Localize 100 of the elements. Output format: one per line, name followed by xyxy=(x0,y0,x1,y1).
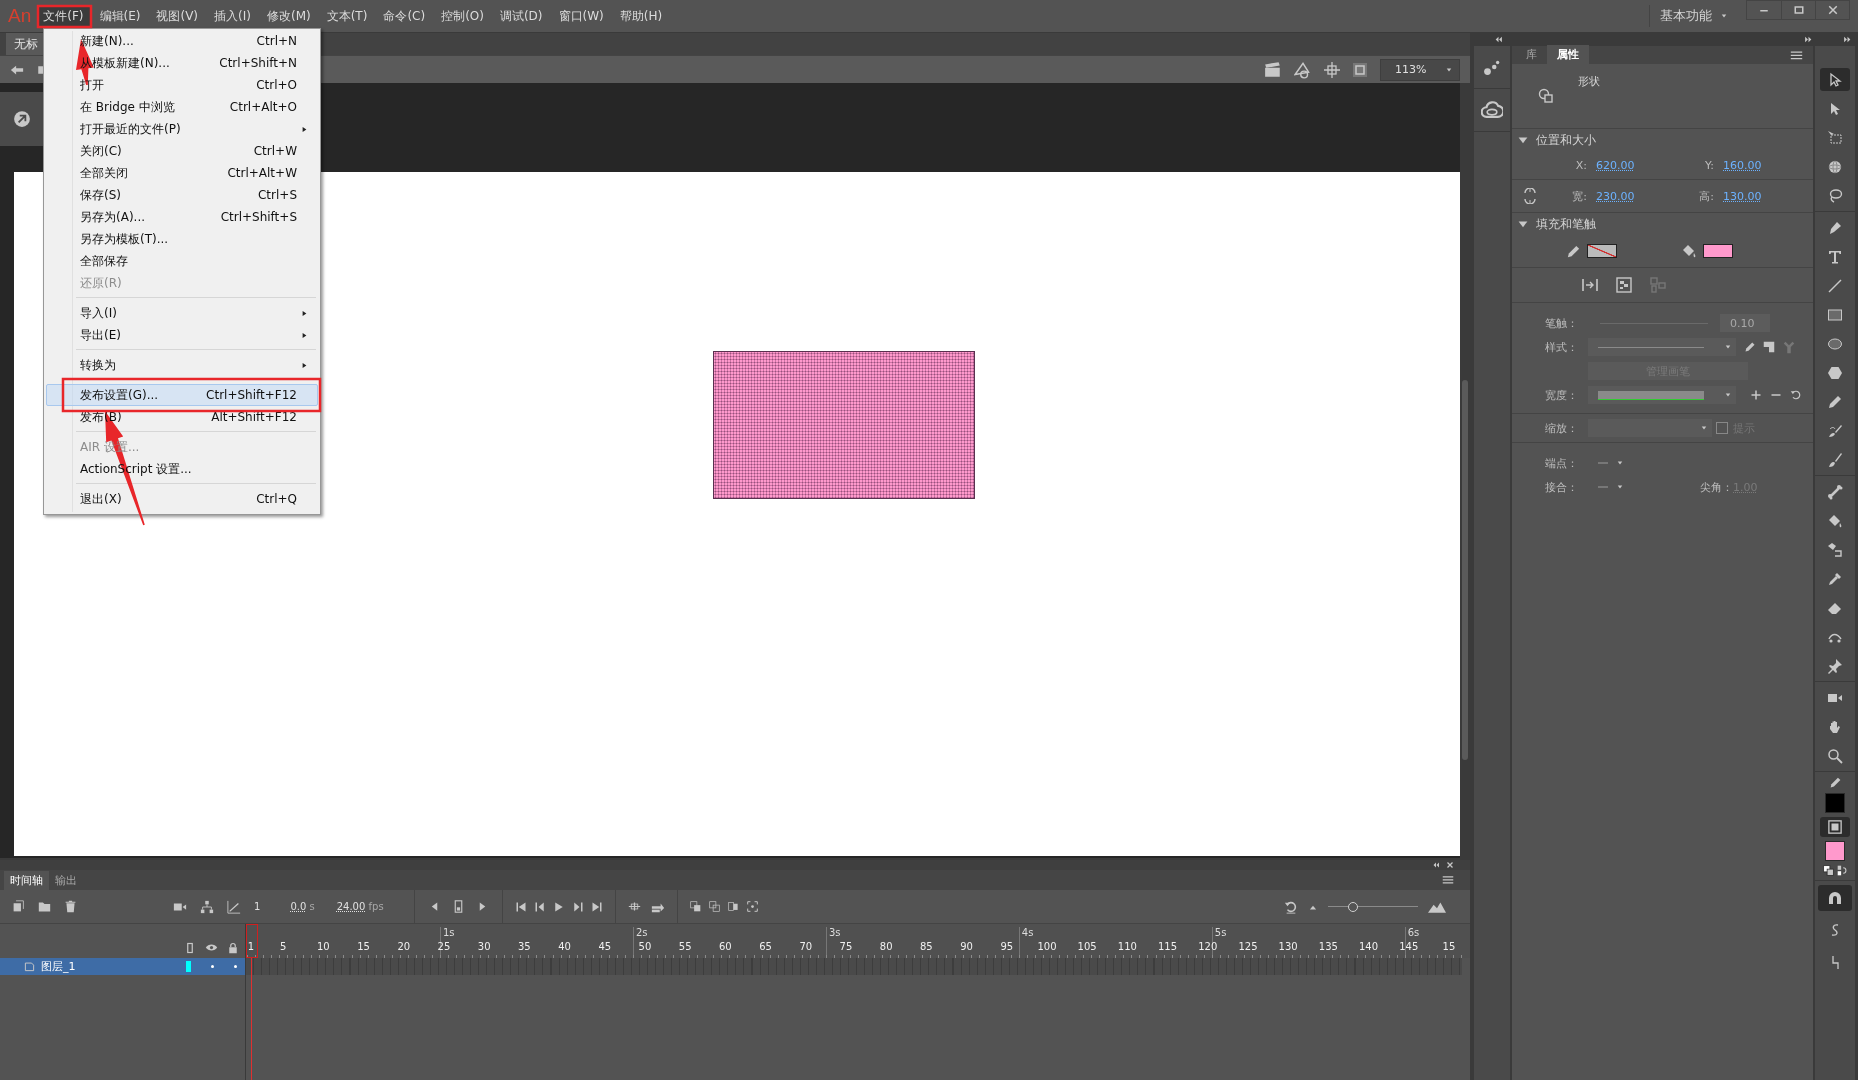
layer-row[interactable]: 图层_1 xyxy=(0,958,245,975)
pencil-icon[interactable] xyxy=(1744,341,1756,353)
fps-readout[interactable]: 24.00 fps xyxy=(336,901,384,912)
collapse-icon[interactable] xyxy=(1494,35,1503,44)
fill-color-swatch[interactable] xyxy=(1825,841,1845,861)
onion-outline-icon[interactable] xyxy=(708,901,720,912)
pencil-icon[interactable] xyxy=(1828,776,1842,789)
stroke-color-swatch[interactable] xyxy=(1825,793,1845,813)
grid-square-icon[interactable] xyxy=(1616,277,1632,293)
rotate-icon[interactable] xyxy=(1284,899,1298,914)
menu-item[interactable]: 转换为 xyxy=(46,354,318,376)
previous-frame-icon[interactable] xyxy=(533,900,546,913)
height-value[interactable]: 130.00 xyxy=(1723,189,1762,203)
clapperboard-icon[interactable] xyxy=(1264,60,1282,79)
tool-button[interactable] xyxy=(1820,68,1850,91)
panel-tab[interactable]: 库 xyxy=(1516,45,1547,64)
pencil-icon[interactable] xyxy=(1566,243,1581,259)
slider-thumb[interactable] xyxy=(1348,901,1359,912)
visibility-dot[interactable] xyxy=(211,965,214,968)
dots-icon[interactable] xyxy=(1483,58,1501,76)
crosshair-icon[interactable] xyxy=(1324,61,1340,78)
menu-item[interactable]: 在 Bridge 中浏览 Ctrl+Alt+O xyxy=(46,96,318,118)
onion-skin-icon[interactable] xyxy=(689,901,701,912)
menu-item[interactable]: 保存(S) Ctrl+S xyxy=(46,184,318,206)
menu-item[interactable]: 插入(I) xyxy=(208,5,257,27)
disclosure-triangle-icon[interactable] xyxy=(1518,135,1528,145)
new-layer-icon[interactable] xyxy=(12,900,25,913)
edit-scene-icon[interactable] xyxy=(12,110,31,128)
menu-item[interactable]: 打开最近的文件(P) xyxy=(46,118,318,140)
outline-toggle-icon[interactable] xyxy=(184,942,196,954)
lock-icon[interactable] xyxy=(227,942,239,954)
maximize-icon[interactable] xyxy=(1792,4,1805,16)
x-value[interactable]: 620.00 xyxy=(1596,158,1635,172)
menu-item[interactable]: 全部保存 xyxy=(46,250,318,272)
marker-range-icon[interactable] xyxy=(746,901,758,912)
snap-edge-icon[interactable] xyxy=(1582,277,1598,293)
menu-item[interactable]: 窗口(W) xyxy=(552,5,610,27)
clip-frame-icon[interactable] xyxy=(1352,61,1368,78)
menu-item[interactable]: 命令(C) xyxy=(377,5,432,27)
lock-dot[interactable] xyxy=(234,965,237,968)
frame-counter[interactable]: 1 xyxy=(254,901,261,912)
time-readout[interactable]: 0.0 s xyxy=(290,901,315,912)
panel-tab[interactable]: 输出 xyxy=(49,871,83,890)
menu-item[interactable]: 关闭(C) Ctrl+W xyxy=(46,140,318,162)
folder-icon[interactable] xyxy=(38,900,51,913)
menu-item[interactable]: 帮助(H) xyxy=(613,5,669,27)
play-icon[interactable] xyxy=(552,900,565,913)
width-value[interactable]: 230.00 xyxy=(1596,189,1635,203)
trash-icon[interactable] xyxy=(64,900,77,913)
y-value[interactable]: 160.00 xyxy=(1723,158,1762,172)
menu-item[interactable]: 导入(I) xyxy=(46,302,318,324)
menu-item[interactable]: 编辑(E) xyxy=(93,5,147,27)
close-icon[interactable] xyxy=(1446,861,1454,869)
menu-item[interactable]: 全部关闭 Ctrl+Alt+W xyxy=(46,162,318,184)
eye-icon[interactable] xyxy=(205,941,218,954)
hierarchy-icon[interactable] xyxy=(200,899,214,914)
menu-item[interactable]: 发布设置(G)... Ctrl+Shift+F12 xyxy=(46,384,318,406)
graph-icon[interactable] xyxy=(227,899,241,914)
menu-item[interactable]: 视图(V) xyxy=(150,5,205,27)
corner-icon[interactable] xyxy=(1762,340,1776,354)
swap-colors-icon[interactable] xyxy=(1836,865,1848,876)
tool-option-button[interactable] xyxy=(1818,885,1852,911)
reset-icon[interactable] xyxy=(1790,389,1802,401)
default-colors-icon[interactable] xyxy=(1822,865,1834,876)
menu-item[interactable]: 导出(E) xyxy=(46,324,318,346)
menu-item[interactable]: 修改(M) xyxy=(260,5,317,27)
scrollbar[interactable] xyxy=(1460,83,1470,858)
link-icon[interactable] xyxy=(1522,188,1538,204)
rectangle-shape[interactable] xyxy=(713,351,975,499)
disclosure-triangle-icon[interactable] xyxy=(1518,219,1528,229)
menu-item[interactable]: 调试(D) xyxy=(493,5,549,27)
panel-tab[interactable]: 属性 xyxy=(1547,45,1589,64)
menu-item[interactable]: 另存为模板(T)... xyxy=(46,228,318,250)
width-dropdown[interactable] xyxy=(1588,386,1736,404)
menu-icon[interactable] xyxy=(1442,874,1454,886)
panel-tab[interactable]: 时间轴 xyxy=(4,871,49,890)
center-frame-icon[interactable] xyxy=(627,900,641,913)
zoom-slider[interactable] xyxy=(1328,900,1418,913)
first-frame-icon[interactable] xyxy=(514,900,527,913)
zoom-field[interactable]: 113% xyxy=(1380,58,1460,81)
layer-color-marker[interactable] xyxy=(186,961,191,972)
menu-item[interactable]: 控制(O) xyxy=(435,5,490,27)
plus-icon[interactable] xyxy=(1750,389,1762,401)
menu-icon[interactable] xyxy=(1790,48,1803,62)
expand-icon[interactable] xyxy=(1843,35,1852,44)
menu-item[interactable]: 文本(T) xyxy=(320,5,374,27)
workspace-switcher[interactable]: 基本功能 xyxy=(1649,5,1738,27)
cloud-icon[interactable] xyxy=(1481,99,1503,121)
fill-swatch[interactable] xyxy=(1703,244,1733,258)
shape-tool-icon[interactable] xyxy=(1294,60,1312,79)
menu-item[interactable]: 退出(X) Ctrl+Q xyxy=(46,488,318,510)
next-frame-icon[interactable] xyxy=(571,900,584,913)
last-frame-icon[interactable] xyxy=(590,900,603,913)
edit-frames-icon[interactable] xyxy=(727,901,739,912)
paint-bucket-icon[interactable] xyxy=(1681,243,1697,259)
expand-icon[interactable] xyxy=(1804,35,1813,44)
stroke-swatch[interactable] xyxy=(1587,244,1617,258)
hint-checkbox[interactable] xyxy=(1716,422,1728,434)
menu-item[interactable]: 打开 Ctrl+O xyxy=(46,74,318,96)
close-icon[interactable] xyxy=(1826,4,1839,16)
